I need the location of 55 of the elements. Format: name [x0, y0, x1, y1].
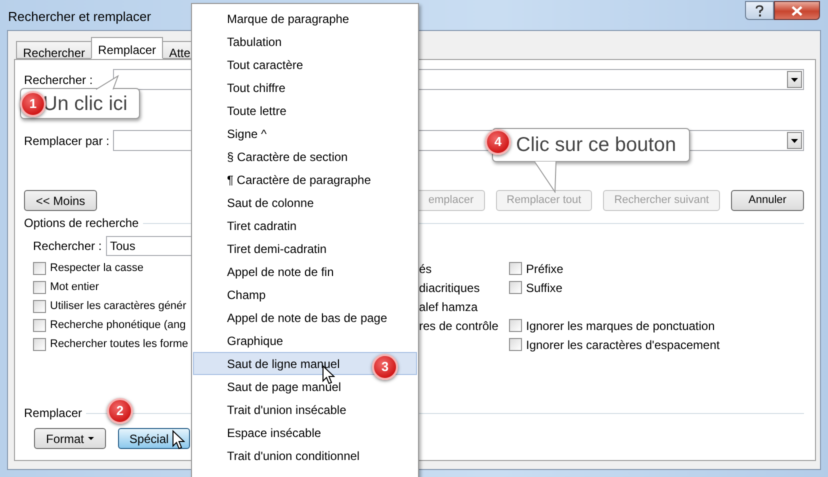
menu-button[interactable]: Format [34, 428, 106, 449]
menu-item[interactable]: Tiret cadratin [193, 214, 417, 237]
checkbox-label: Ignorer les caractères d'espacement [526, 336, 720, 354]
checkbox[interactable] [509, 338, 522, 351]
menu-item[interactable]: Champ [193, 283, 417, 306]
checkbox[interactable] [33, 338, 46, 351]
less-button[interactable]: << Moins [24, 190, 97, 211]
caret-icon [88, 437, 94, 440]
menu-button[interactable]: Spécial [118, 428, 190, 449]
scope-label: Rechercher : [33, 238, 103, 255]
checkbox-label: Utiliser les caractères génér [50, 299, 186, 314]
checkbox-label: Suffixe [526, 280, 562, 296]
checkbox[interactable] [33, 281, 46, 294]
menu-item[interactable]: Appel de note de bas de page [193, 306, 417, 329]
menu-item[interactable]: Graphique [193, 329, 417, 352]
callout-text: Clic sur ce bouton [516, 133, 676, 158]
checkbox[interactable] [33, 319, 46, 332]
help-icon [755, 4, 764, 16]
section-title: Remplacer [24, 405, 82, 422]
checkbox[interactable] [509, 281, 522, 294]
tab[interactable]: Remplacer [91, 37, 164, 59]
checkbox-label: Préfixe [526, 260, 564, 278]
menu-item[interactable]: Trait d'union insécable [193, 398, 417, 421]
window-title: Rechercher et remplacer [8, 8, 152, 26]
cursor-icon [172, 430, 185, 450]
menu-item[interactable]: Trait d'union conditionnel [193, 444, 417, 467]
checkbox-label: Respecter la casse [50, 261, 144, 276]
checkbox[interactable] [509, 262, 522, 275]
menu-item[interactable]: ¶ Caractère de paragraphe [193, 168, 417, 191]
close-button[interactable] [774, 1, 820, 20]
option-label: diacritiques [419, 280, 480, 294]
tab[interactable]: Rechercher [16, 41, 92, 59]
close-icon [791, 6, 803, 16]
checkbox[interactable] [33, 300, 46, 313]
menu-item[interactable]: Marque de paragraphe [193, 7, 417, 30]
menu-item[interactable]: § Caractère de section [193, 145, 417, 168]
checkbox-label: Mot entier [50, 280, 99, 296]
menu-item[interactable]: Appel de note de fin [193, 260, 417, 283]
dialog-button[interactable]: Annuler [731, 190, 804, 211]
option-label: res de contrôle [419, 318, 498, 332]
menu-item[interactable]: Tout chiffre [193, 76, 417, 99]
checkbox-label: Rechercher toutes les forme [50, 337, 188, 352]
option-label: alef hamza [419, 300, 478, 314]
menu-item[interactable]: Toute lettre [193, 99, 417, 122]
menu-item[interactable]: Espace insécable [193, 421, 417, 444]
menu-item[interactable]: Signe ^ [193, 122, 417, 145]
help-button[interactable] [745, 1, 774, 20]
replace-label: Remplacer par : [24, 134, 110, 148]
checkbox[interactable] [33, 262, 46, 275]
section-title: Options de recherche [24, 215, 139, 232]
find-label: Rechercher : [24, 72, 93, 86]
checkbox-label: Recherche phonétique (ang [50, 318, 186, 334]
checkbox-label: Ignorer les marques de ponctuation [526, 318, 715, 334]
checkbox[interactable] [509, 319, 522, 332]
option-label: és [419, 262, 432, 276]
